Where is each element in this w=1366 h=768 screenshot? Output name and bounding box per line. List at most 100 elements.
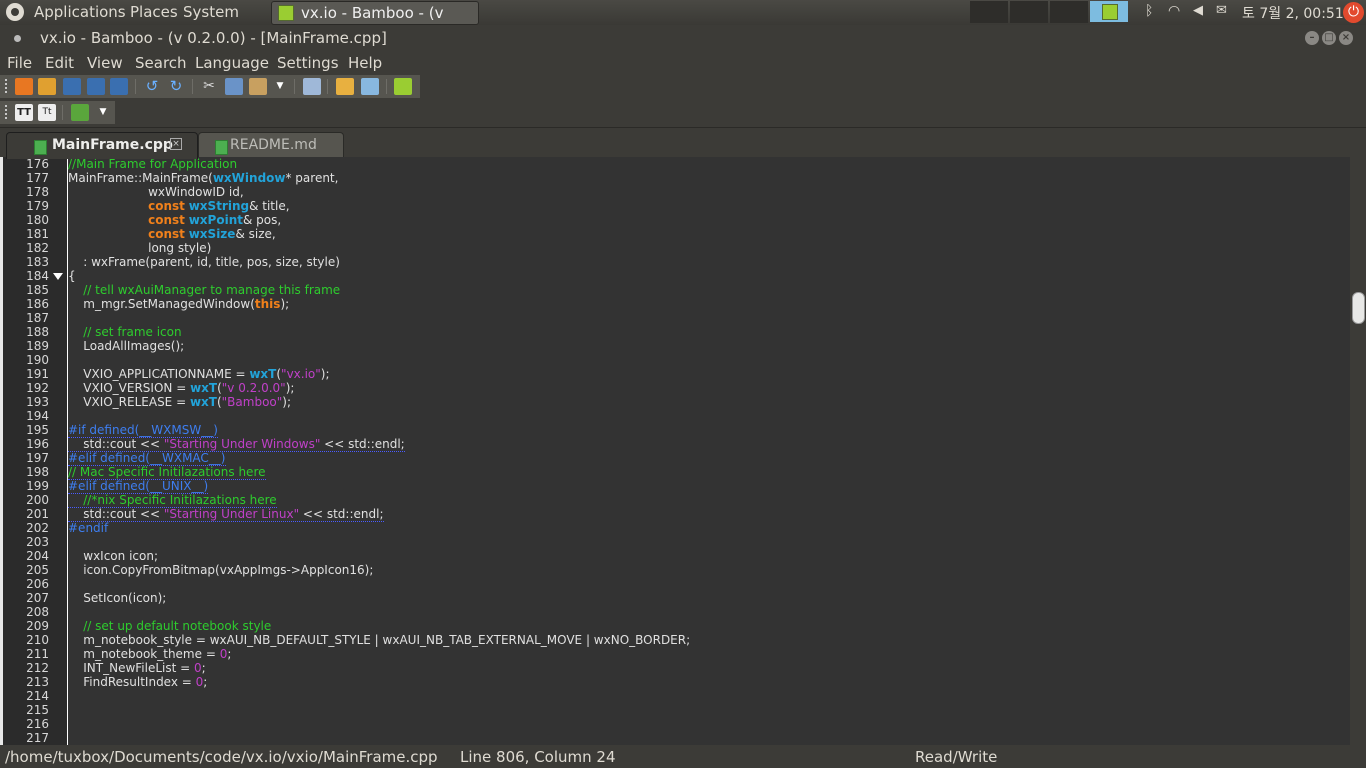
- code-line: const wxPoint& pos,: [148, 213, 282, 227]
- code-line: #if defined(__WXMSW__): [68, 423, 218, 438]
- dropdown-arrow-icon[interactable]: ▼: [274, 78, 286, 95]
- close-tab-icon[interactable]: ×: [170, 138, 182, 150]
- tray-app-indicator[interactable]: [1090, 1, 1128, 22]
- bluetooth-icon[interactable]: ᛒ: [1145, 3, 1153, 19]
- fold-arrow-icon[interactable]: [53, 273, 63, 280]
- project-tree-icon[interactable]: [336, 78, 354, 95]
- line-number: 209: [26, 619, 49, 633]
- code-line: FindResultIndex = 0;: [68, 675, 208, 689]
- line-number: 212: [26, 661, 49, 675]
- line-number: 189: [26, 339, 49, 353]
- line-number: 194: [26, 409, 49, 423]
- power-icon[interactable]: ⏻: [1343, 2, 1364, 23]
- copy-icon[interactable]: [225, 78, 243, 95]
- code-line: SetIcon(icon);: [68, 591, 167, 605]
- line-number: 179: [26, 199, 49, 213]
- line-number: 190: [26, 353, 49, 367]
- minimize-icon[interactable]: –: [1305, 31, 1319, 45]
- code-line: #elif defined(__UNIX__): [68, 479, 209, 494]
- font-larger-icon[interactable]: TT: [15, 104, 33, 121]
- build-icon[interactable]: [394, 78, 412, 95]
- dropdown-arrow-icon[interactable]: ▼: [97, 104, 109, 121]
- redo-icon[interactable]: ↻: [167, 78, 185, 95]
- close-icon[interactable]: ×: [1339, 31, 1353, 45]
- app-cube-icon: [278, 5, 294, 21]
- top-panel: Applications Places System vx.io - Bambo…: [0, 0, 1366, 40]
- toolbar-grip[interactable]: [5, 105, 9, 119]
- run-icon[interactable]: [71, 104, 89, 121]
- ubuntu-logo-icon[interactable]: [6, 3, 24, 21]
- tab-mainframe-cpp[interactable]: MainFrame.cpp ×: [6, 132, 198, 159]
- file-icon: [34, 140, 47, 155]
- mail-icon[interactable]: ✉: [1216, 3, 1227, 18]
- wifi-icon[interactable]: ◠: [1168, 3, 1180, 19]
- window-icon[interactable]: [361, 78, 379, 95]
- toolbar-grip[interactable]: [5, 79, 9, 93]
- menu-edit[interactable]: Edit: [45, 54, 74, 72]
- save-icon[interactable]: [63, 78, 81, 95]
- code-line: INT_NewFileList = 0;: [68, 661, 206, 675]
- tray-slot[interactable]: [1010, 1, 1048, 23]
- menu-file[interactable]: File: [7, 54, 32, 72]
- line-number: 188: [26, 325, 49, 339]
- find-icon[interactable]: [303, 78, 321, 95]
- menu-settings[interactable]: Settings: [277, 54, 339, 72]
- line-number: 195: [26, 423, 49, 437]
- panel-menu-system[interactable]: System: [183, 3, 239, 21]
- tray-slot[interactable]: [1050, 1, 1088, 23]
- line-number: 199: [26, 479, 49, 493]
- code-line: VXIO_VERSION = wxT("v 0.2.0.0");: [68, 381, 295, 395]
- line-number: 180: [26, 213, 49, 227]
- line-number: 204: [26, 549, 49, 563]
- line-number: 217: [26, 731, 49, 745]
- status-mode: Read/Write: [915, 748, 998, 766]
- save-all-icon[interactable]: [110, 78, 128, 95]
- code-line: // set frame icon: [83, 325, 182, 339]
- save-as-icon[interactable]: [87, 78, 105, 95]
- line-number: 198: [26, 465, 49, 479]
- code-line: VXIO_RELEASE = wxT("Bamboo");: [68, 395, 292, 409]
- code-line: m_mgr.SetManagedWindow(this);: [68, 297, 290, 311]
- line-number: 211: [26, 647, 49, 661]
- maximize-icon[interactable]: □: [1322, 31, 1336, 45]
- paste-icon[interactable]: [249, 78, 267, 95]
- panel-menu-applications[interactable]: Applications: [34, 3, 126, 21]
- line-number: 200: [26, 493, 49, 507]
- line-number: 208: [26, 605, 49, 619]
- menu-help[interactable]: Help: [348, 54, 382, 72]
- menu-search[interactable]: Search: [135, 54, 187, 72]
- tab-readme-md[interactable]: README.md: [198, 132, 344, 159]
- menu-language[interactable]: Language: [195, 54, 269, 72]
- code-line: //Main Frame for Application: [68, 157, 238, 171]
- taskbar-window-button[interactable]: vx.io - Bamboo - (v 0.2....: [271, 1, 479, 40]
- line-number: 185: [26, 283, 49, 297]
- line-number: 183: [26, 255, 49, 269]
- code-line: : wxFrame(parent, id, title, pos, size, …: [68, 255, 340, 269]
- code-line: m_notebook_style = wxAUI_NB_DEFAULT_STYL…: [68, 633, 691, 647]
- tray-slot[interactable]: [970, 1, 1008, 23]
- open-folder-icon[interactable]: [38, 78, 56, 95]
- vertical-scrollbar[interactable]: [1350, 157, 1366, 745]
- line-number: 205: [26, 563, 49, 577]
- line-number: 215: [26, 703, 49, 717]
- window-title-bar: vx.io - Bamboo - (v 0.2.0.0) - [MainFram…: [0, 25, 1366, 52]
- font-smaller-icon[interactable]: Tt: [38, 104, 56, 121]
- code-line: wxIcon icon;: [68, 549, 158, 563]
- line-number: 216: [26, 717, 49, 731]
- menu-view[interactable]: View: [87, 54, 123, 72]
- line-number-gutter: 176 177 178 179 180 181 182 183 184 185 186 187 188 1…: [0, 157, 68, 745]
- cut-icon[interactable]: ✂: [200, 78, 218, 95]
- clock[interactable]: 토 7월 2, 00:51: [1242, 3, 1344, 23]
- scrollbar-thumb[interactable]: [1352, 292, 1365, 324]
- volume-icon[interactable]: ◀: [1193, 3, 1203, 18]
- undo-icon[interactable]: ↺: [143, 78, 161, 95]
- window-menu-dot-icon[interactable]: [14, 35, 21, 42]
- line-number: 184: [26, 269, 49, 283]
- code-editor[interactable]: 176 177 178 179 180 181 182 183 184 185 186 187 188 1…: [0, 157, 1350, 745]
- line-number: 186: [26, 297, 49, 311]
- panel-menu-places[interactable]: Places: [130, 3, 178, 21]
- line-number: 201: [26, 507, 49, 521]
- new-file-icon[interactable]: [15, 78, 33, 95]
- code-line: const wxString& title,: [148, 199, 290, 213]
- line-number: 176: [26, 157, 49, 171]
